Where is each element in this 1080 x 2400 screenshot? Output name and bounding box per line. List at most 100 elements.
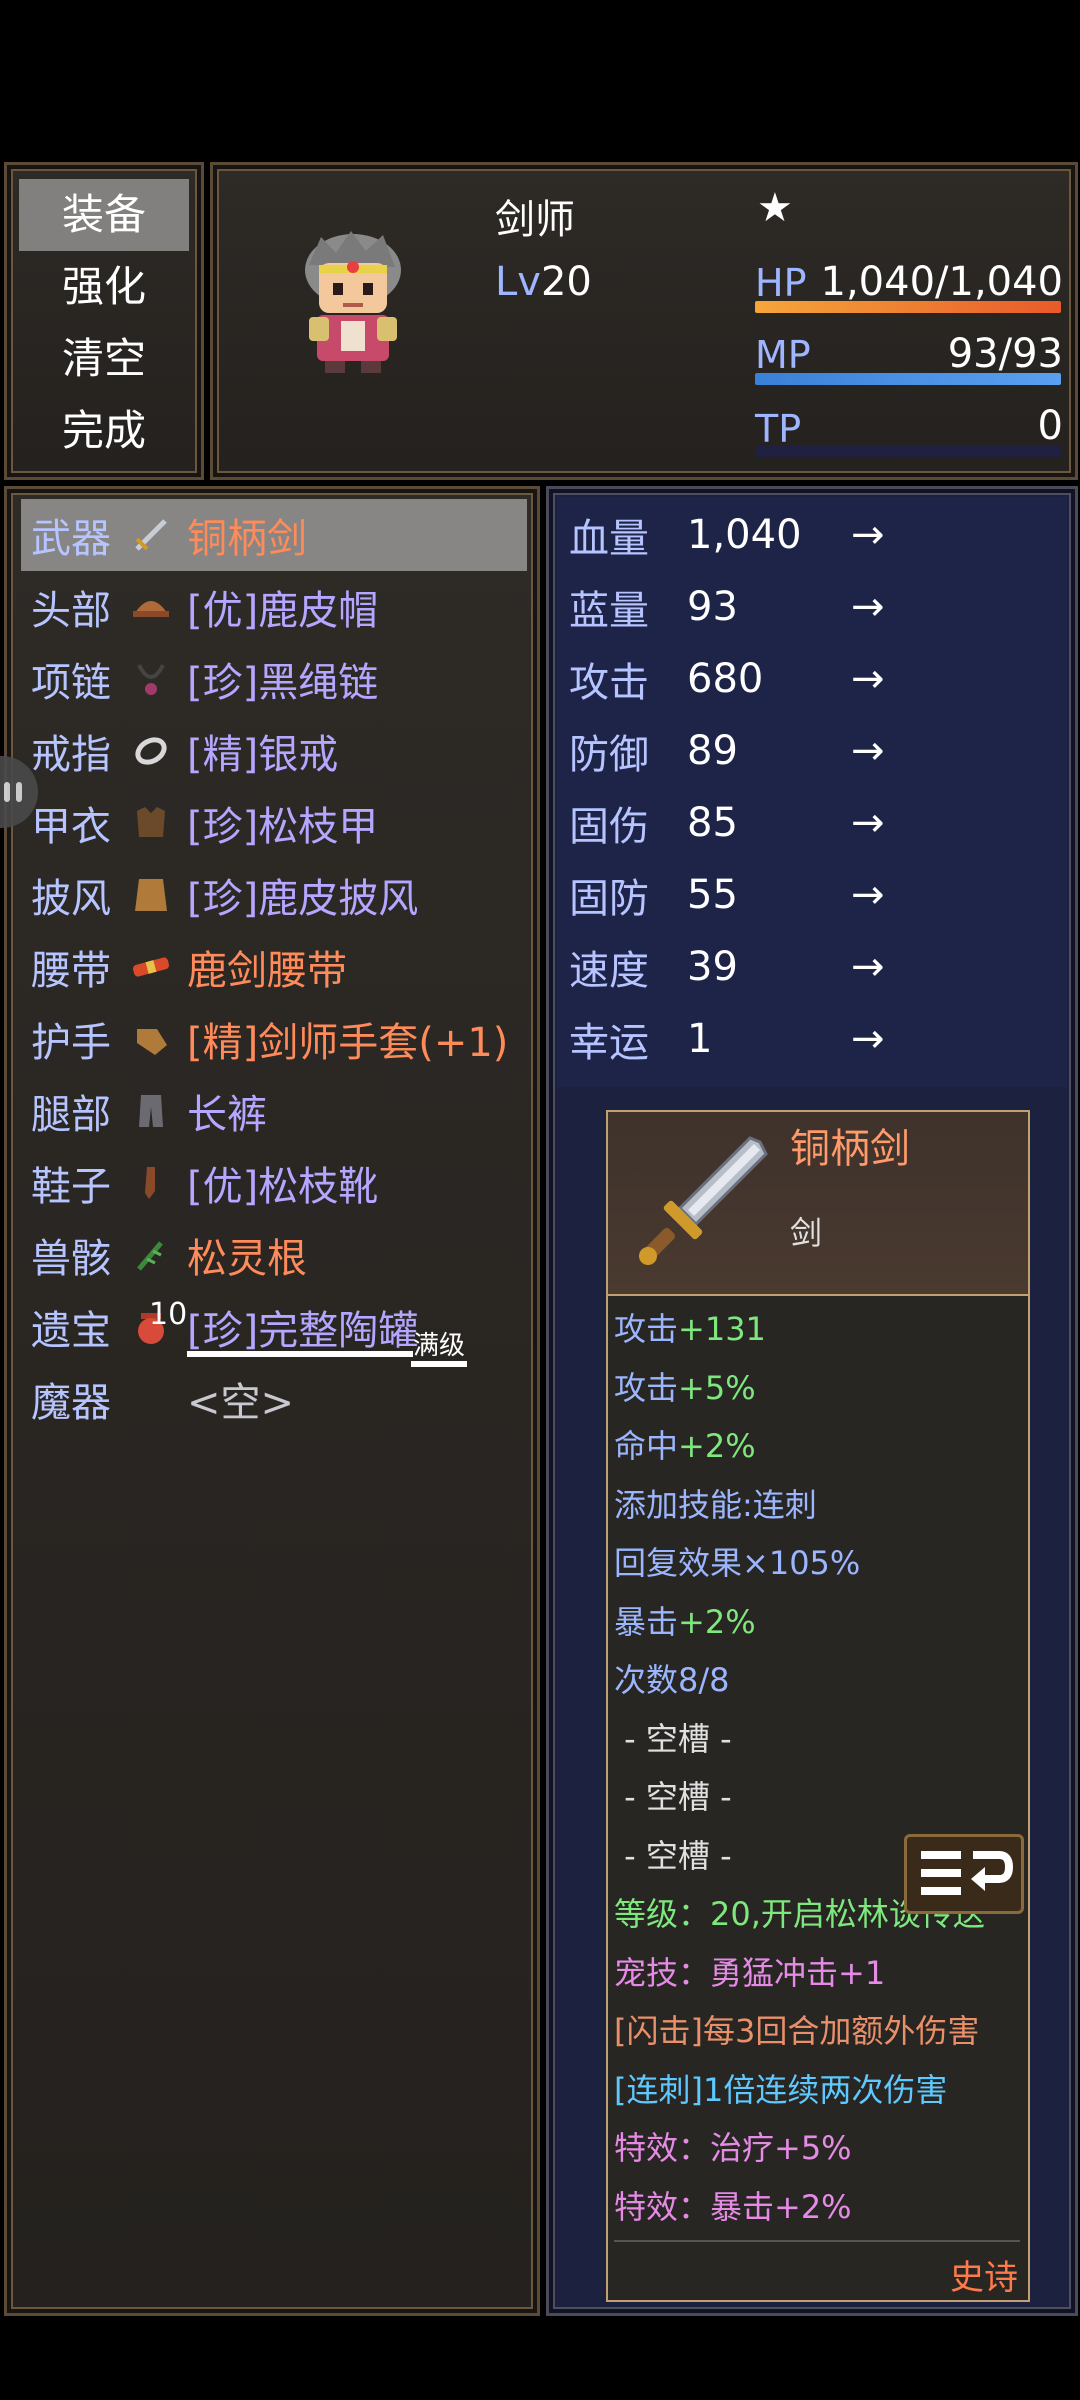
item-detail-panel: 铜柄剑 剑 攻击+131 攻击+5% 命中+2% 添加技能:连刺 回复效果×105% 暴击… bbox=[606, 1110, 1030, 2302]
stat-name: 速度 bbox=[569, 948, 649, 994]
stat-arrow-icon: → bbox=[851, 584, 885, 630]
item-count-badge: 10 bbox=[149, 1297, 188, 1332]
stat-name: 血量 bbox=[569, 516, 649, 562]
slot-label: 鞋子 bbox=[31, 1164, 111, 1210]
item-effect-line: 添加技能:连刺 bbox=[614, 1480, 817, 1526]
swap-button[interactable] bbox=[904, 1834, 1024, 1914]
stat-arrow-icon: → bbox=[851, 512, 885, 558]
jar-icon: 10 bbox=[129, 1297, 187, 1349]
effect-label: 特效：治疗+5% bbox=[614, 2129, 852, 2167]
equipped-item-name: [优]松枝靴 bbox=[187, 1164, 379, 1210]
stat-arrow-icon: → bbox=[851, 800, 885, 846]
command-list: 装备 强化 清空 完成 bbox=[19, 179, 189, 469]
slot-label: 头部 bbox=[31, 588, 111, 634]
command-done[interactable]: 完成 bbox=[19, 395, 189, 467]
handle-icon bbox=[4, 782, 10, 802]
item-effect-line: 特效：治疗+5% bbox=[614, 2123, 852, 2169]
item-effect-line: 回复效果×105% bbox=[614, 1538, 860, 1584]
stat-name: 攻击 bbox=[569, 660, 649, 706]
item-effect-line: 特效：暴击+2% bbox=[614, 2182, 852, 2228]
ring-icon bbox=[129, 729, 173, 773]
equipment-slot-row[interactable]: 遗宝 10 [珍]完整陶罐 满级 bbox=[21, 1291, 527, 1367]
slot-label: 项链 bbox=[31, 660, 111, 706]
equipment-slot-row[interactable]: 披风 [珍]鹿皮披风 bbox=[21, 859, 527, 931]
effect-value: +2% bbox=[678, 1427, 756, 1465]
item-sword-icon bbox=[630, 1134, 770, 1274]
stat-name: 防御 bbox=[569, 732, 649, 778]
effect-label: [连刺]1倍连续两次伤害 bbox=[614, 2070, 948, 2109]
effect-label: 命中 bbox=[614, 1427, 679, 1465]
equipped-item-name: <空> bbox=[187, 1380, 295, 1426]
level-underline bbox=[187, 1351, 413, 1357]
equipped-item-name: [珍]松枝甲 bbox=[187, 804, 379, 850]
effect-label: 攻击 bbox=[614, 1368, 679, 1407]
mp-value: 93/93 bbox=[947, 331, 1063, 377]
item-effect-line: [闪击]每3回合加额外伤害 bbox=[614, 2006, 979, 2052]
slot-label: 护手 bbox=[31, 1020, 111, 1066]
item-effect-line: - 空槽 - bbox=[614, 1831, 732, 1877]
detail-divider bbox=[614, 2240, 1020, 2242]
stat-value: 1,040 bbox=[687, 512, 802, 558]
stat-name: 固伤 bbox=[569, 804, 649, 850]
equipped-item-name: 长裤 bbox=[187, 1092, 267, 1138]
effect-label: 宠技：勇猛冲击+1 bbox=[614, 1953, 886, 1992]
equipped-item-name: [珍]完整陶罐 bbox=[187, 1308, 419, 1354]
equipment-slot-row[interactable]: 腿部 长裤 bbox=[21, 1075, 527, 1147]
effect-label: - 空槽 - bbox=[614, 1778, 732, 1816]
hp-label: HP bbox=[755, 261, 807, 305]
command-equip[interactable]: 装备 bbox=[19, 179, 189, 251]
status-window: 剑师 ★ Lv20 HP 1,040/1,040 MP 93/93 TP 0 bbox=[210, 162, 1078, 480]
equipment-slot-row[interactable]: 头部 [优]鹿皮帽 bbox=[21, 571, 527, 643]
slot-label: 腰带 bbox=[31, 948, 111, 994]
command-optimize[interactable]: 强化 bbox=[19, 251, 189, 323]
slot-label: 魔器 bbox=[31, 1380, 111, 1426]
effect-label: [闪击]每3回合加额外伤害 bbox=[614, 2012, 980, 2050]
stat-name: 蓝量 bbox=[569, 588, 649, 634]
pants-icon bbox=[129, 1089, 173, 1133]
item-effect-line: - 空槽 - bbox=[614, 1714, 731, 1760]
swap-icon bbox=[921, 1851, 1014, 1895]
equipment-slot-row[interactable]: 武器 铜柄剑 bbox=[21, 499, 527, 571]
command-clear[interactable]: 清空 bbox=[19, 323, 189, 395]
item-effect-line: - 空槽 - bbox=[614, 1772, 732, 1818]
stat-arrow-icon: → bbox=[851, 944, 885, 990]
stat-value: 93 bbox=[687, 584, 738, 630]
tp-value: 0 bbox=[1037, 403, 1063, 449]
armor-icon bbox=[129, 801, 173, 845]
effect-label: 特效：暴击+2% bbox=[614, 2187, 852, 2226]
sword-icon bbox=[129, 513, 173, 557]
stat-value: 1 bbox=[687, 1016, 713, 1062]
stat-value: 39 bbox=[687, 944, 738, 990]
equipment-slot-row[interactable]: 项链 [珍]黑绳链 bbox=[21, 643, 527, 715]
max-level-tag: 满级 bbox=[411, 1331, 468, 1367]
equipment-slot-row[interactable]: 鞋子 [优]松枝靴 bbox=[21, 1147, 527, 1219]
equipped-item-name: [珍]黑绳链 bbox=[187, 660, 379, 706]
level-display: Lv20 bbox=[495, 259, 592, 305]
effect-value: +131 bbox=[678, 1310, 766, 1348]
slot-label: 遗宝 bbox=[31, 1308, 111, 1354]
effect-label: - 空槽 - bbox=[614, 1836, 732, 1875]
equipment-slot-row[interactable]: 兽骸 松灵根 bbox=[21, 1219, 527, 1291]
necklace-icon bbox=[129, 657, 173, 701]
equipment-slot-row[interactable]: 甲衣 [珍]松枝甲 bbox=[21, 787, 527, 859]
favorite-star[interactable]: ★ bbox=[757, 185, 793, 231]
slot-label: 腿部 bbox=[31, 1092, 111, 1138]
level-value: 20 bbox=[540, 259, 592, 305]
equipment-slot-row[interactable]: 戒指 [精]银戒 bbox=[21, 715, 527, 787]
effect-value: +5% bbox=[678, 1368, 756, 1407]
stat-row: 固防 55 → bbox=[569, 859, 885, 931]
stat-row: 防御 89 → bbox=[569, 715, 885, 787]
equipment-slot-row[interactable]: 护手 [精]剑师手套(+1) bbox=[21, 1003, 527, 1075]
stat-name: 幸运 bbox=[569, 1020, 649, 1066]
stat-row: 蓝量 93 → bbox=[569, 571, 885, 643]
equipment-slot-row[interactable]: 腰带 鹿剑腰带 bbox=[21, 931, 527, 1003]
equipment-slot-row[interactable]: 魔器 <空> bbox=[21, 1363, 527, 1435]
boot-icon bbox=[129, 1161, 173, 1205]
item-type: 剑 bbox=[790, 1214, 823, 1252]
effect-label: 攻击 bbox=[614, 1310, 679, 1348]
belt-icon bbox=[129, 945, 173, 989]
stat-row: 幸运 1 → bbox=[569, 1003, 885, 1075]
stat-value: 55 bbox=[687, 872, 738, 918]
item-effect-line: 攻击+131 bbox=[614, 1304, 766, 1350]
slot-label: 戒指 bbox=[31, 732, 111, 778]
